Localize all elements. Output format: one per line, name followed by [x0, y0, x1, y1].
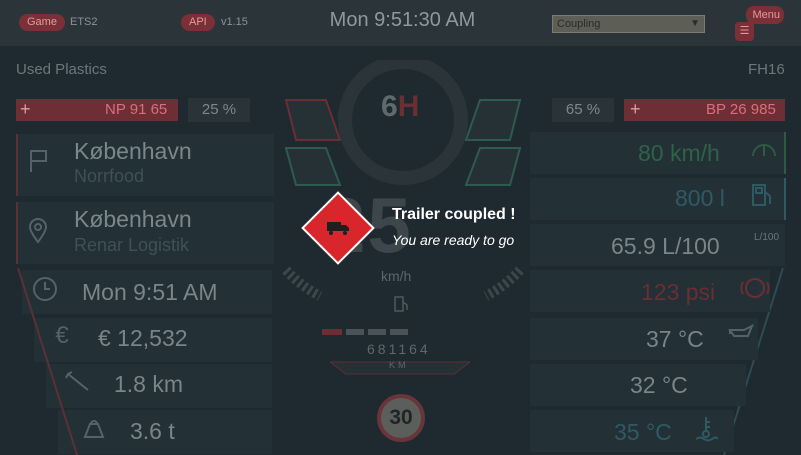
panel-accent [16, 134, 18, 196]
api-tag: API [181, 14, 215, 31]
oil-temperature: 37 °C [646, 326, 704, 352]
skin-select[interactable]: Coupling ▼ [552, 15, 705, 33]
speed-limit-value: 80 km/h [638, 140, 720, 166]
coolant-temperature-icon [694, 414, 720, 442]
odometer-unit: KM [389, 360, 409, 370]
oil-can-icon [726, 322, 756, 342]
right-plate: BP 26 985 [706, 101, 776, 118]
left-damage: 25 % [188, 98, 250, 122]
speed-limit-sign: 30 [377, 394, 425, 442]
gear-number: 6 [381, 90, 398, 123]
stat-row [530, 318, 758, 360]
chevron-down-icon: ▼ [690, 18, 700, 29]
warning-diamond [301, 191, 375, 265]
source-city: København [74, 138, 192, 164]
fuel-bar [322, 322, 412, 335]
fuel-pump-icon [393, 295, 409, 318]
water-temperature-b: 35 °C [614, 419, 672, 445]
distance: 1.8 km [114, 371, 184, 397]
game-tag: Game [19, 14, 65, 31]
air-pressure: 123 psi [641, 279, 716, 305]
consumption-icon: L/100 [754, 232, 780, 243]
panel-accent [784, 132, 786, 174]
truck-icon [326, 220, 350, 236]
game-time: Mon 9:51 AM [82, 279, 218, 305]
header-clock: Mon 9:51:30 AM [329, 9, 476, 31]
fuel-pump-icon [750, 182, 776, 208]
fuel-level: 800 l [675, 185, 725, 211]
cargo-name: Used Plastics [16, 61, 107, 78]
destination-city: København [74, 206, 192, 232]
map-pin-icon [28, 218, 50, 244]
toast-title: Trailer coupled ! [392, 206, 516, 223]
flag-icon [28, 148, 50, 174]
cargo-weight: 3.6 t [130, 418, 175, 444]
gear-indicator: 6H [381, 90, 419, 124]
stat-row [530, 178, 785, 220]
panel-accent [16, 202, 18, 264]
income: € 12,532 [98, 325, 188, 351]
hamburger-icon[interactable]: ☰ [735, 22, 754, 41]
source-company: Norrfood [74, 166, 145, 186]
odometer: 681164 [367, 341, 431, 357]
plus-icon: + [630, 99, 641, 119]
menu-button[interactable]: Menu [746, 6, 784, 24]
truck-model: FH16 [748, 61, 785, 78]
top-bar: Game ETS2 API v1.15 Mon 9:51:30 AM Coupl… [0, 0, 801, 46]
right-damage: 65 % [552, 98, 614, 122]
left-plate: NP 91 65 [105, 101, 168, 118]
destination-company: Renar Logistik [74, 235, 190, 255]
speed-unit: km/h [381, 268, 412, 284]
water-temperature-a: 32 °C [630, 372, 688, 398]
api-version: v1.15 [221, 16, 248, 28]
game-value: ETS2 [70, 16, 98, 28]
fuel-consumption: 65.9 L/100 [611, 233, 720, 259]
speedometer-icon [750, 138, 778, 160]
skin-select-value: Coupling [557, 18, 601, 30]
left-frame-line [0, 267, 100, 455]
panel-accent [784, 178, 786, 220]
plus-icon: + [20, 99, 31, 119]
toast-subtitle: You are ready to go [392, 232, 515, 248]
brake-pressure-icon [740, 276, 770, 300]
gear-suffix: H [397, 90, 420, 123]
